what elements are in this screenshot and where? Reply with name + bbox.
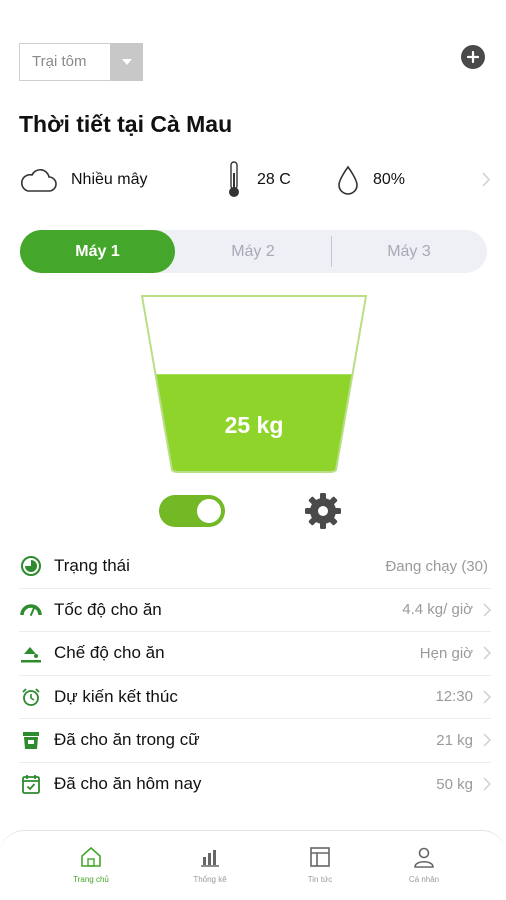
- feed-bin-icon: [19, 728, 43, 752]
- weather-humidity: 80%: [337, 160, 405, 200]
- farm-select[interactable]: Trại tôm: [19, 43, 143, 81]
- weather-summary[interactable]: Nhiều mây 28 C 80%: [19, 160, 491, 200]
- nav-label: Trang chủ: [73, 875, 109, 884]
- machine-tabs: Máy 1 Máy 2 Máy 3: [20, 230, 487, 273]
- weather-condition: Nhiều mây: [19, 160, 147, 200]
- status-icon: [19, 554, 43, 578]
- weather-title: Thời tiết tại Cà Mau: [19, 111, 233, 137]
- chevron-down-icon[interactable]: [110, 43, 143, 81]
- home-icon: [81, 846, 101, 867]
- chevron-right-icon: [483, 646, 491, 660]
- info-row-feed-speed[interactable]: Tốc độ cho ăn 4.4 kg/ giờ: [19, 589, 491, 632]
- info-row-status: Trạng thái Đang chạy (30): [19, 545, 491, 589]
- nav-item-news[interactable]: Tin tức: [280, 845, 360, 884]
- gear-icon[interactable]: [303, 491, 343, 531]
- info-label: Đã cho ăn hôm nay: [54, 774, 202, 794]
- cloud-icon: [20, 169, 57, 192]
- info-label: Trạng thái: [54, 556, 130, 576]
- info-row-fed-today[interactable]: Đã cho ăn hôm nay 50 kg: [19, 763, 491, 807]
- feeder-info-list: Trạng thái Đang chạy (30) Tốc độ cho ăn …: [19, 545, 491, 806]
- bottom-navigation: Trang chủ Thống kê Tin tức Cá nhân: [0, 830, 506, 900]
- tab-machine-3[interactable]: Máy 3: [331, 230, 487, 273]
- add-icon[interactable]: [461, 45, 485, 69]
- weather-condition-text: Nhiều mây: [71, 171, 148, 188]
- info-row-feed-mode[interactable]: Chế độ cho ăn Hẹn giờ: [19, 632, 491, 676]
- chevron-right-icon: [483, 689, 491, 704]
- feed-amount: 25 kg: [224, 412, 284, 438]
- info-value: Đang chạy (30): [385, 557, 488, 575]
- feed-bin-gauge: 25 kg: [140, 294, 368, 474]
- droplet-icon: [338, 165, 358, 195]
- info-value: Hẹn giờ: [419, 644, 473, 662]
- info-label: Đã cho ăn trong cữ: [54, 730, 200, 750]
- alarm-clock-icon: [19, 685, 43, 709]
- chevron-right-icon: [482, 172, 491, 187]
- info-label: Tốc độ cho ăn: [54, 599, 162, 619]
- tab-machine-2[interactable]: Máy 2: [175, 230, 331, 273]
- user-icon: [414, 847, 434, 868]
- info-value: 21 kg: [436, 731, 473, 749]
- news-icon: [310, 847, 330, 867]
- bar-chart-icon: [201, 850, 219, 867]
- nav-label: Tin tức: [307, 875, 333, 884]
- weather-temperature-text: 28 C: [257, 171, 291, 188]
- tab-machine-1[interactable]: Máy 1: [20, 230, 175, 273]
- info-value: 4.4 kg/ giờ: [402, 601, 473, 619]
- info-label: Dự kiến kết thúc: [54, 686, 178, 706]
- info-value: 12:30: [435, 688, 473, 706]
- info-label: Chế độ cho ăn: [54, 643, 165, 663]
- weather-temperature: 28 C: [227, 160, 291, 200]
- nav-label: Cá nhân: [408, 875, 440, 884]
- chevron-right-icon: [483, 602, 491, 617]
- speedometer-icon: [19, 598, 43, 622]
- farm-select-value: Trại tôm: [19, 43, 110, 81]
- thermometer-icon: [229, 161, 239, 197]
- feed-mode-icon: [19, 641, 43, 665]
- chevron-right-icon: [483, 776, 491, 791]
- nav-label: Thống kê: [193, 875, 227, 884]
- info-row-expected-end[interactable]: Dự kiến kết thúc 12:30: [19, 676, 491, 719]
- info-row-fed-this-session[interactable]: Đã cho ăn trong cữ 21 kg: [19, 719, 491, 763]
- nav-item-profile[interactable]: Cá nhân: [384, 845, 464, 884]
- toggle-knob: [197, 499, 221, 523]
- info-value: 50 kg: [436, 775, 473, 793]
- nav-item-home[interactable]: Trang chủ: [51, 845, 131, 884]
- nav-item-stats[interactable]: Thống kê: [170, 845, 250, 884]
- calendar-check-icon: [19, 772, 43, 796]
- weather-humidity-text: 80%: [373, 171, 406, 188]
- chevron-right-icon: [483, 733, 491, 747]
- feeder-toggle[interactable]: [159, 495, 225, 527]
